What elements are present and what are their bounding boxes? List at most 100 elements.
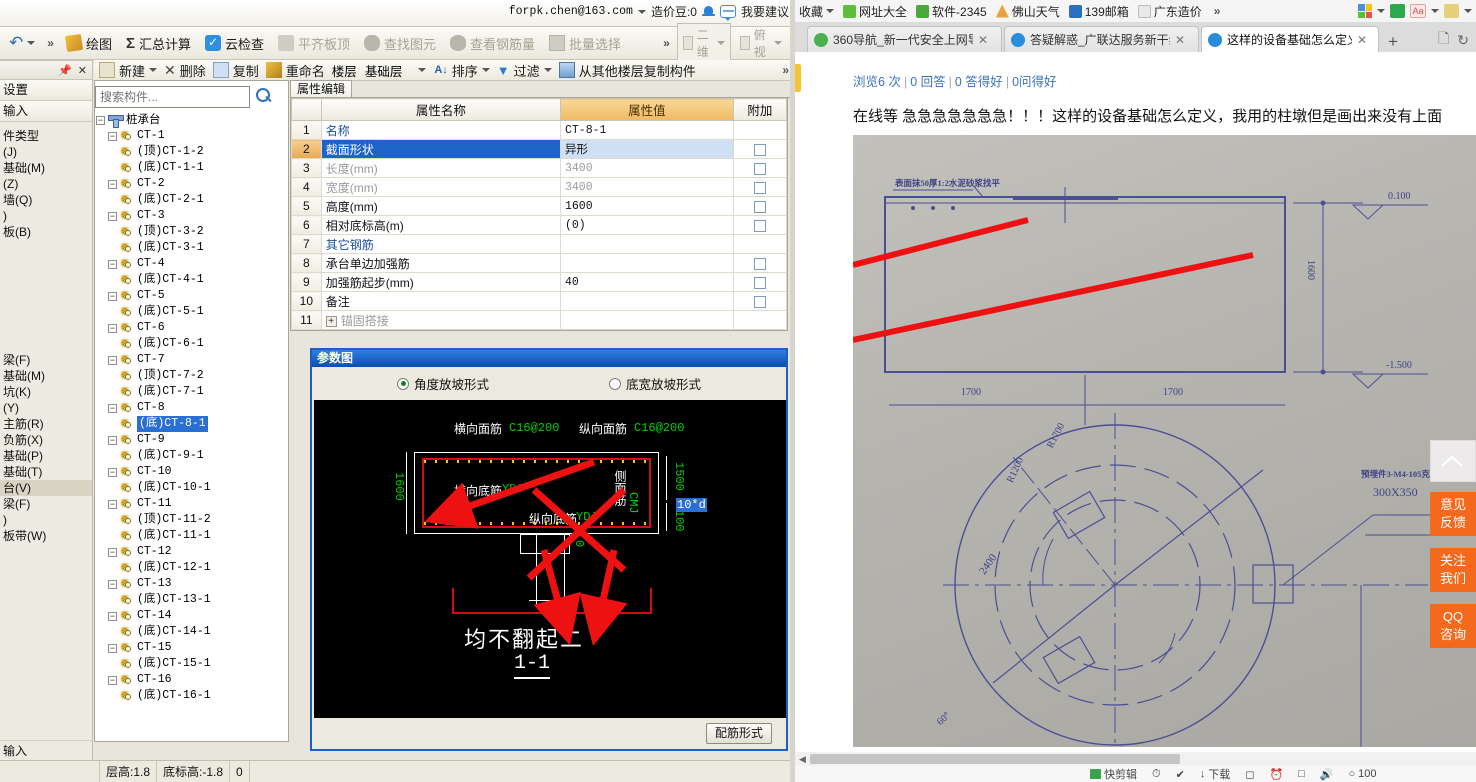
checkbox-icon[interactable]	[753, 257, 766, 270]
property-row[interactable]: 6 相对底标高(m) (0)	[291, 215, 788, 235]
leftnav-header-settings[interactable]: 设置	[0, 80, 92, 101]
view-iso-select[interactable]: 俯视	[735, 24, 787, 62]
close-icon[interactable]: ✕	[978, 33, 988, 47]
tree-expander-icon[interactable]: −	[108, 643, 117, 653]
leftnav-item-3[interactable]: 墙(Q)	[0, 192, 92, 208]
property-value[interactable]	[560, 234, 734, 254]
tree-expander-icon[interactable]: −	[108, 547, 117, 557]
close-icon[interactable]: ✕	[1357, 33, 1367, 47]
ribbon-overflow-left-icon[interactable]: »	[44, 36, 57, 50]
leftnav-item2-0[interactable]: 梁(F)	[0, 352, 92, 368]
close-icon[interactable]: ✕	[1175, 33, 1185, 47]
leftnav-item2-3[interactable]: (Y)	[0, 400, 92, 416]
leftnav-item2-2[interactable]: 坑(K)	[0, 384, 92, 400]
checkbox-icon[interactable]	[753, 143, 766, 156]
checkbox-icon[interactable]	[753, 295, 766, 308]
copy-component-button[interactable]: 复制	[212, 61, 259, 80]
checkbox-icon[interactable]	[753, 181, 766, 194]
tree-expander-icon[interactable]: −	[108, 131, 117, 141]
property-row[interactable]: 4 宽度(mm) 3400	[291, 177, 788, 197]
property-value[interactable]	[560, 291, 734, 311]
leftnav-item2-6[interactable]: 基础(P)	[0, 448, 92, 464]
bookmark-weather[interactable]: 佛山天气	[995, 3, 1060, 20]
property-row[interactable]: 10 备注	[291, 291, 788, 311]
view-2d-select[interactable]: 二维	[676, 23, 731, 63]
tree-expander-icon[interactable]: −	[108, 499, 117, 509]
leftnav-header-input[interactable]: 输入	[0, 101, 92, 122]
checkbox-icon[interactable]	[753, 276, 766, 289]
status-speed[interactable]: ⏱	[1152, 768, 1161, 781]
property-row[interactable]: 11 + 锚固搭接	[291, 310, 788, 330]
tree-expander-icon[interactable]: −	[108, 355, 117, 365]
refresh-icon[interactable]: ↻	[1457, 32, 1469, 49]
status-zoom[interactable]: ○ 100	[1349, 768, 1377, 780]
property-value[interactable]: 3400	[560, 177, 734, 197]
ribbon-item-sum[interactable]: Σ 汇总计算	[121, 32, 196, 55]
leftnav-item-5[interactable]: 板(B)	[0, 224, 92, 240]
property-value[interactable]: 异形	[560, 139, 734, 159]
expand-plus-icon[interactable]: +	[325, 315, 337, 327]
property-row[interactable]: 8 承台单边加强筋	[291, 253, 788, 273]
sort-button[interactable]: A↓ 排序	[434, 61, 490, 80]
bookmark-2345[interactable]: 软件-2345	[916, 3, 987, 20]
property-value[interactable]: 1600	[560, 196, 734, 216]
bookmarks-overflow-icon[interactable]: »	[1211, 4, 1224, 18]
status-sound[interactable]: 🔊	[1320, 768, 1334, 781]
suggest-button[interactable]: 我要建议	[741, 3, 789, 20]
speech-bubble-icon[interactable]	[719, 5, 736, 21]
attached-drawing-photo[interactable]: 表面抹50厚1:2水泥砂浆找平 0.100 -1.500 1600 1700 1…	[853, 135, 1476, 747]
property-row[interactable]: 7 其它钢筋	[291, 234, 788, 254]
tree-expander-icon[interactable]: −	[108, 579, 117, 589]
parameter-edit-field[interactable]: 10*d	[676, 498, 707, 512]
rename-component-button[interactable]: 重命名	[265, 61, 325, 80]
tab-property-edit[interactable]: 属性编辑	[290, 80, 352, 98]
property-value[interactable]: (0)	[560, 215, 734, 235]
bookmark-mail139[interactable]: 139邮箱	[1068, 3, 1129, 20]
leftnav-item-1[interactable]: 基础(M)	[0, 160, 92, 176]
tree-expander-icon[interactable]: −	[108, 291, 117, 301]
tree-expander-icon[interactable]: −	[108, 259, 117, 269]
radio-bottom-width-slope[interactable]: 底宽放坡形式	[609, 374, 701, 393]
scrollbar-thumb[interactable]	[809, 754, 1180, 764]
property-row[interactable]: 9 加强筋起步(mm) 40	[291, 272, 788, 292]
checkbox-icon[interactable]	[753, 219, 766, 232]
back-to-top-button[interactable]	[1430, 440, 1476, 482]
status-meter[interactable]: ⏰	[1269, 768, 1283, 781]
tab-0[interactable]: 360导航_新一代安全上网导航 ✕	[807, 26, 1002, 52]
book-icon[interactable]	[1390, 4, 1405, 18]
leftnav-item2-11[interactable]: 板带(W)	[0, 528, 92, 544]
leftnav-item-0[interactable]: (J)	[0, 144, 92, 160]
tab-2[interactable]: 这样的设备基础怎么定义 ✕	[1201, 26, 1379, 52]
apps-grid-icon[interactable]	[1358, 4, 1372, 18]
property-value[interactable]: 3400	[560, 158, 734, 178]
property-row[interactable]: 1 名称 CT-8-1	[291, 120, 788, 140]
tree-expander-icon[interactable]: −	[108, 403, 117, 413]
filter-button[interactable]: ▼ 过滤	[497, 61, 552, 80]
status-phone[interactable]: □	[1298, 768, 1305, 780]
new-component-button[interactable]: 新建	[99, 61, 158, 80]
floor-select[interactable]: 基础层	[364, 60, 428, 81]
horizontal-scrollbar[interactable]: ◀	[795, 752, 1476, 766]
ribbon-item-cloudcheck[interactable]: 云检查	[200, 32, 269, 55]
property-value[interactable]	[560, 310, 734, 330]
property-row[interactable]: 2 截面形状 异形	[291, 139, 788, 159]
status-download[interactable]: ↓ 下载	[1200, 766, 1231, 782]
tree-expander-icon[interactable]: −	[108, 435, 117, 445]
leftnav-item2-1[interactable]: 基础(M)	[0, 368, 92, 384]
property-row[interactable]: 5 高度(mm) 1600	[291, 196, 788, 216]
leftnav-item2-4[interactable]: 主筋(R)	[0, 416, 92, 432]
checkbox-icon[interactable]	[753, 200, 766, 213]
property-value[interactable]: CT-8-1	[560, 120, 734, 140]
tree-leaf-(底)CT-16-1[interactable]: (底)CT-16-1	[96, 687, 282, 704]
search-icon[interactable]	[253, 86, 275, 108]
tree-expander-icon[interactable]: −	[108, 611, 117, 621]
leftnav-item-4[interactable]: )	[0, 208, 92, 224]
tree-expander-icon[interactable]: −	[108, 179, 117, 189]
diagram-canvas[interactable]: 横向面筋 C16@200 纵向面筋 C16@200 横向底筋 YDJ 纵向底筋 …	[314, 400, 786, 718]
component-tree[interactable]: − 桩承台 − CT-1 (顶)CT-1-2 (底)CT-1-1 − CT-2 (底)CT-…	[96, 112, 282, 737]
bookmarks-folder[interactable]: 收藏	[799, 3, 835, 20]
leftnav-item2-9[interactable]: 梁(F)	[0, 496, 92, 512]
tree-expander-icon[interactable]: −	[108, 675, 117, 685]
ribbon-overflow-mid-icon[interactable]: »	[660, 36, 673, 50]
leftnav-item2-8[interactable]: 台(V)	[0, 480, 92, 496]
